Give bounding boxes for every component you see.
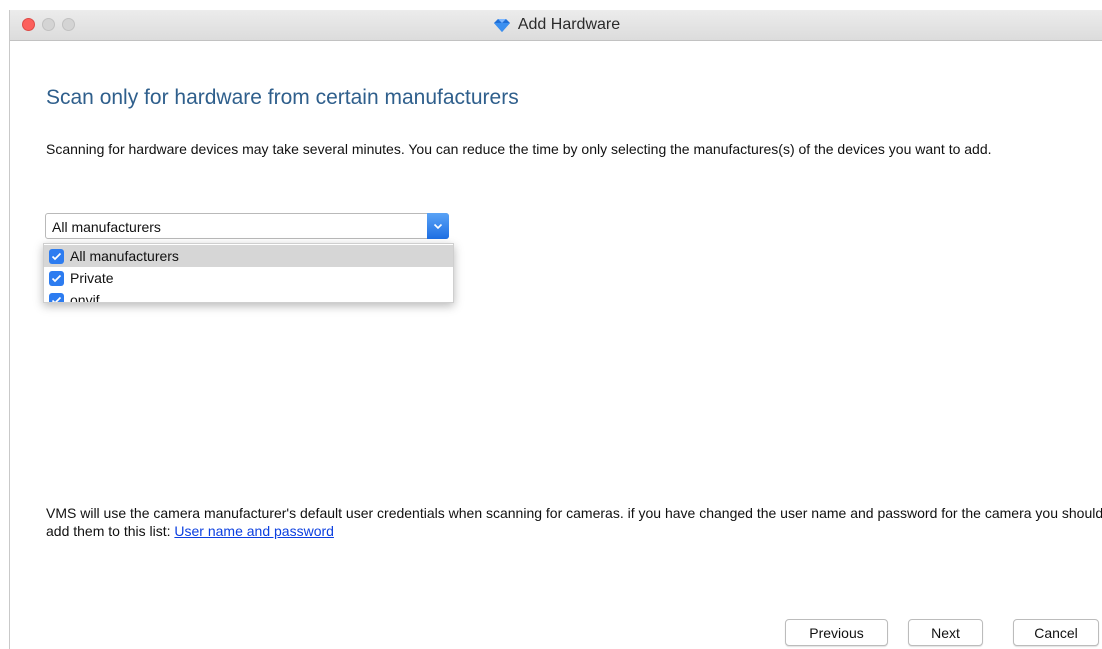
chevron-down-icon[interactable]	[427, 213, 449, 239]
page-description: Scanning for hardware devices may take s…	[46, 141, 992, 157]
window-title-group: Add Hardware	[10, 10, 1102, 40]
option-private[interactable]: Private	[44, 267, 453, 289]
checkbox-checked-icon[interactable]	[49, 270, 64, 286]
user-name-and-password-link[interactable]: User name and password	[174, 523, 334, 539]
manufacturer-select[interactable]: All manufacturers	[45, 213, 449, 239]
page-title: Scan only for hardware from certain manu…	[46, 86, 519, 109]
option-label: All manufacturers	[70, 248, 179, 264]
manufacturer-select-value: All manufacturers	[52, 219, 161, 235]
option-label: Private	[70, 270, 114, 286]
window-title: Add Hardware	[517, 16, 621, 33]
option-all-manufacturers[interactable]: All manufacturers	[44, 245, 453, 267]
previous-button[interactable]: Previous	[785, 619, 888, 646]
next-button[interactable]: Next	[908, 619, 983, 646]
checkbox-checked-icon[interactable]	[49, 292, 64, 302]
credentials-notice: VMS will use the camera manufacturer's d…	[46, 504, 1102, 540]
title-bar[interactable]: Add Hardware	[10, 10, 1102, 41]
checkbox-checked-icon[interactable]	[49, 248, 64, 264]
add-hardware-window: Add Hardware Scan only for hardware from…	[9, 10, 1102, 649]
cancel-button[interactable]: Cancel	[1013, 619, 1099, 646]
option-onvif[interactable]: onvif	[44, 289, 453, 303]
manufacturer-dropdown-list: All manufacturers Private onvif	[43, 243, 454, 303]
option-label: onvif	[70, 292, 100, 303]
diamond-icon	[493, 18, 510, 32]
